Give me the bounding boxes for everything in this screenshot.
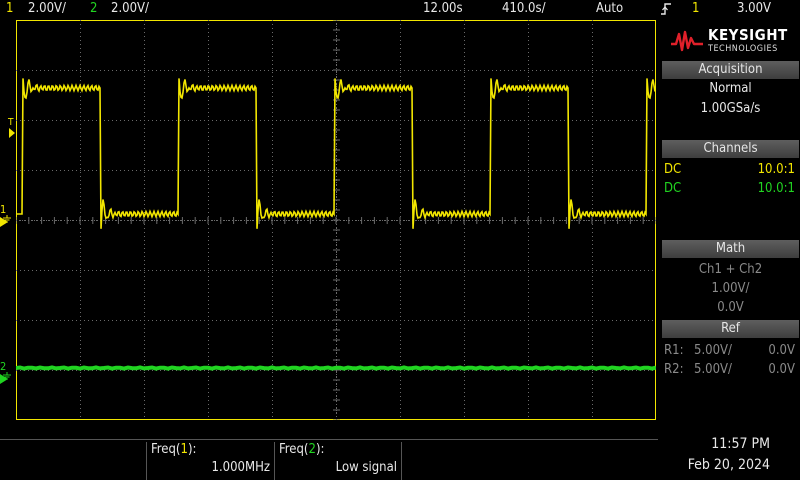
clock-time: 11:57 PM bbox=[711, 436, 770, 452]
trigger-marker-label: T bbox=[8, 117, 14, 128]
trigger-mode[interactable]: Auto bbox=[596, 0, 623, 18]
measurement-label: Freq(2): bbox=[279, 442, 325, 457]
ch2-ground-marker[interactable]: 2 bbox=[0, 361, 16, 385]
status-bar: 1 2.00V/ 2 2.00V/ 12.00s 410.0s/ Auto 1 … bbox=[0, 0, 800, 18]
keysight-logo: KEYSIGHT TECHNOLOGIES bbox=[660, 20, 800, 60]
ch2-scale[interactable]: 2.00V/ bbox=[111, 0, 149, 18]
ref-header[interactable]: Ref bbox=[662, 320, 799, 338]
math-section[interactable]: Ch1 + Ch2 1.00V/ 0.0V bbox=[662, 258, 799, 320]
graticule bbox=[16, 20, 656, 420]
trigger-source[interactable]: 1 bbox=[692, 0, 699, 18]
ref-offset: 0.0V bbox=[768, 343, 795, 358]
acquisition-section[interactable]: Normal 1.00GSa/s bbox=[662, 79, 799, 139]
clock-date: Feb 20, 2024 bbox=[687, 457, 770, 473]
waveform-display[interactable] bbox=[16, 20, 656, 420]
side-panel: KEYSIGHT TECHNOLOGIES Acquisition Normal… bbox=[660, 20, 800, 420]
math-offset: 0.0V bbox=[717, 300, 744, 315]
ch1-ground-marker[interactable]: 1 bbox=[0, 204, 16, 228]
ch1-coupling: DC bbox=[664, 162, 682, 177]
math-header[interactable]: Math bbox=[662, 240, 799, 258]
triangle-right-icon bbox=[9, 128, 15, 138]
ground-icon bbox=[3, 372, 11, 380]
ref-name: R1: bbox=[664, 343, 684, 358]
ref-section[interactable]: R1: 5.00V/ 0.0V R2: 5.00V/ 0.0V bbox=[662, 338, 799, 420]
keysight-wave-icon bbox=[671, 30, 703, 52]
ch2-coupling: DC bbox=[664, 181, 682, 196]
ref-scale: 5.00V/ bbox=[694, 343, 732, 358]
channel-row[interactable]: DC 10.0:1 bbox=[662, 161, 799, 179]
brand-name: KEYSIGHT bbox=[708, 26, 788, 44]
ref-offset: 0.0V bbox=[768, 362, 795, 377]
ref-row[interactable]: R2: 5.00V/ 0.0V bbox=[662, 361, 799, 379]
measurement-freq1[interactable]: Freq(1): 1.000MHz bbox=[146, 442, 274, 480]
acquisition-mode: Normal bbox=[709, 81, 752, 96]
ref-row[interactable]: R1: 5.00V/ 0.0V bbox=[662, 342, 799, 360]
ch1-scale[interactable]: 2.00V/ bbox=[28, 0, 66, 18]
trigger-position-marker[interactable]: T bbox=[8, 118, 16, 141]
ch2-number[interactable]: 2 bbox=[90, 0, 97, 18]
measurement-value: Low signal bbox=[335, 460, 397, 475]
acquisition-header[interactable]: Acquisition bbox=[662, 61, 799, 79]
channels-header[interactable]: Channels bbox=[662, 140, 799, 158]
ch1-number[interactable]: 1 bbox=[6, 0, 13, 18]
divider bbox=[0, 439, 658, 440]
measurement-bar: Freq(1): 1.000MHz Freq(2): Low signal 11… bbox=[0, 420, 800, 480]
measurement-freq2[interactable]: Freq(2): Low signal bbox=[274, 442, 402, 480]
channel-row[interactable]: DC 10.0:1 bbox=[662, 180, 799, 198]
trigger-level[interactable]: 3.00V bbox=[737, 0, 771, 18]
sample-rate: 1.00GSa/s bbox=[700, 101, 761, 116]
measurement-label: Freq(1): bbox=[151, 442, 197, 457]
ground-icon bbox=[3, 215, 11, 223]
measurement-value: 1.000MHz bbox=[211, 460, 271, 475]
ch1-probe: 10.0:1 bbox=[757, 162, 795, 177]
math-function: Ch1 + Ch2 bbox=[698, 262, 763, 277]
horizontal-delay[interactable]: 12.00s bbox=[423, 0, 463, 18]
math-scale: 1.00V/ bbox=[711, 281, 750, 296]
ch2-probe: 10.0:1 bbox=[757, 181, 795, 196]
ch2-waveform bbox=[16, 365, 656, 371]
channels-section[interactable]: DC 10.0:1 DC 10.0:1 bbox=[662, 158, 799, 240]
ref-name: R2: bbox=[664, 362, 684, 377]
timebase-scale[interactable]: 410.0s/ bbox=[502, 0, 546, 18]
ref-scale: 5.00V/ bbox=[694, 362, 732, 377]
brand-subtitle: TECHNOLOGIES bbox=[708, 44, 778, 54]
